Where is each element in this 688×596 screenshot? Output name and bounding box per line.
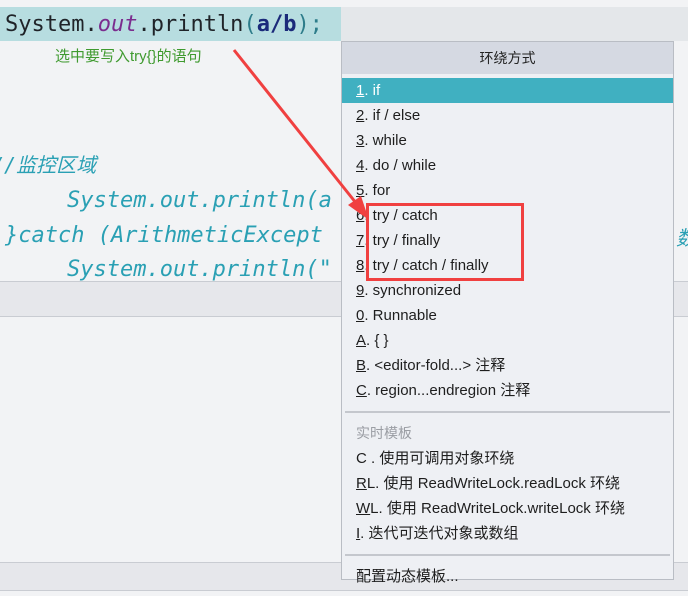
code-line: System.out.println(a — [14, 188, 332, 213]
code-comment-line: //监控区域 — [0, 153, 97, 177]
menu-item-while[interactable]: 3. while — [342, 128, 673, 153]
code-token: ( — [243, 12, 257, 37]
popup-title: 环绕方式 — [342, 42, 673, 74]
menu-item-if-else[interactable]: 2. if / else — [342, 103, 673, 128]
menu-item-braces[interactable]: A. { } — [342, 328, 673, 353]
menu-item-label: . if — [364, 82, 381, 99]
editor-line-strip — [341, 7, 688, 41]
menu-item-synchronized[interactable]: 9. synchronized — [342, 278, 673, 303]
code-token-out: out — [97, 12, 138, 37]
code-line: }catch (ArithmeticExcept — [5, 223, 323, 248]
menu-separator — [345, 554, 670, 556]
menu-item-label: . Runnable — [364, 307, 437, 324]
code-token-var-b: b — [283, 12, 297, 37]
mnemonic: B — [356, 357, 367, 374]
menu-item-label: L. 使用 ReadWriteLock.writeLock 环绕 — [370, 500, 625, 517]
annotation-note: 选中要写入try{}的语句 — [55, 48, 202, 65]
code-token: System. — [5, 12, 98, 37]
menu-item-label: . region...endregion 注释 — [366, 382, 531, 399]
menu-item-label: . while — [364, 132, 407, 149]
code-token: / — [269, 12, 284, 37]
menu-item-write-lock[interactable]: WL. 使用 ReadWriteLock.writeLock 环绕 — [342, 496, 673, 521]
menu-item-label: . synchronized — [364, 282, 462, 299]
code-token-var-a: a — [256, 12, 270, 37]
menu-separator — [345, 411, 670, 413]
menu-item-region[interactable]: C. region...endregion 注释 — [342, 378, 673, 403]
mnemonic: C — [356, 382, 367, 399]
menu-item-label: . if / else — [364, 107, 421, 124]
configure-live-templates[interactable]: 配置动态模板... — [342, 564, 673, 589]
mnemonic: A — [356, 332, 367, 349]
menu-item-if[interactable]: 1. if — [342, 78, 673, 103]
menu-item-read-lock[interactable]: RL. 使用 ReadWriteLock.readLock 环绕 — [342, 471, 673, 496]
menu-item-label: . <editor-fold...> 注释 — [366, 357, 506, 374]
menu-item-do-while[interactable]: 4. do / while — [342, 153, 673, 178]
code-token: .println — [137, 12, 244, 37]
menu-item-iterate[interactable]: I. 迭代可迭代对象或数组 — [342, 521, 673, 546]
menu-item-label: . for — [364, 182, 391, 199]
menu-item-label: C . 使用可调用对象环绕 — [356, 450, 515, 467]
mnemonic: R — [356, 475, 367, 492]
menu-item-runnable[interactable]: 0. Runnable — [342, 303, 673, 328]
selected-code-line[interactable]: System.out.println(a/b); — [5, 10, 323, 40]
live-templates-menu: C . 使用可调用对象环绕 RL. 使用 ReadWriteLock.readL… — [342, 446, 673, 546]
code-token: ); — [296, 12, 323, 37]
highlight-box-annotation — [366, 203, 524, 281]
menu-item-label: L. 使用 ReadWriteLock.readLock 环绕 — [366, 475, 620, 492]
menu-item-for[interactable]: 5. for — [342, 178, 673, 203]
mnemonic: W — [356, 500, 371, 517]
surround-with-popup: 环绕方式 1. if 2. if / else 3. while 4. do /… — [341, 41, 674, 585]
menu-item-callable[interactable]: C . 使用可调用对象环绕 — [342, 446, 673, 471]
live-templates-heading: 实时模板 — [356, 425, 412, 441]
code-fragment: 数 — [676, 222, 688, 251]
menu-item-editor-fold[interactable]: B. <editor-fold...> 注释 — [342, 353, 673, 378]
menu-item-label: . 迭代可迭代对象或数组 — [360, 525, 519, 542]
menu-item-label: . do / while — [364, 157, 437, 174]
menu-item-label: . { } — [366, 332, 389, 349]
